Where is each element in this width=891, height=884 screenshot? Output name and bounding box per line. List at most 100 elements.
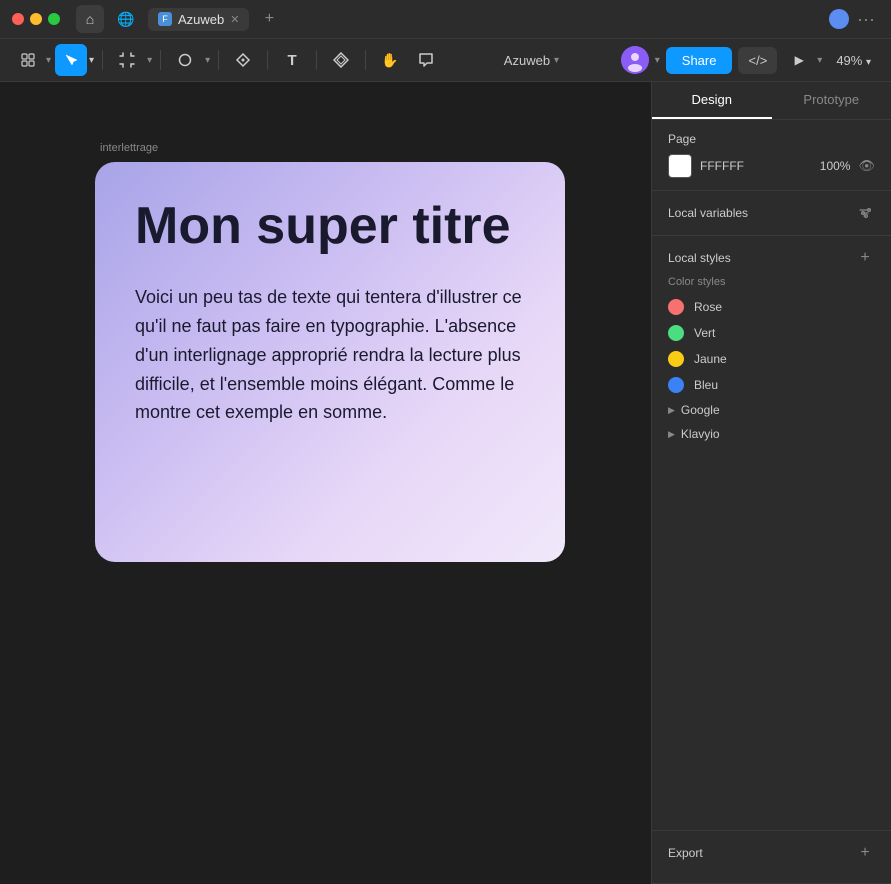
design-card: Mon super titre Voici un peu tas de text…: [95, 162, 565, 562]
color-dot-vert: [668, 325, 684, 341]
file-name[interactable]: Azuweb ▾: [496, 49, 567, 72]
color-dot-bleu: [668, 377, 684, 393]
page-section-header: Page: [668, 132, 875, 146]
color-dot-rose: [668, 299, 684, 315]
tool-text[interactable]: T: [276, 44, 308, 76]
traffic-lights: [12, 13, 60, 25]
card-title: Mon super titre: [135, 198, 525, 255]
color-label-rose: Rose: [694, 300, 722, 314]
avatar: [621, 46, 649, 74]
toolbar-center: Azuweb ▾: [446, 49, 617, 72]
page-color-value: FFFFFF: [700, 159, 812, 173]
tool-component[interactable]: [325, 44, 357, 76]
card-body: Voici un peu tas de texte qui tentera d'…: [135, 283, 525, 427]
export-add[interactable]: +: [855, 843, 875, 863]
page-section-title: Page: [668, 132, 696, 146]
local-styles-add[interactable]: +: [855, 248, 875, 268]
separator-2: [160, 50, 161, 70]
tool-cursor-dropdown: ▾: [89, 55, 94, 66]
separator-1: [102, 50, 103, 70]
play-dropdown: ▾: [817, 55, 822, 66]
title-bar: ⌂ 🌐 F Azuweb ✕ + ···: [0, 0, 891, 38]
separator-5: [316, 50, 317, 70]
zoom-dropdown: ▾: [866, 57, 871, 68]
zoom-label: 49%: [836, 53, 862, 68]
zoom-control[interactable]: 49% ▾: [828, 49, 879, 72]
title-bar-right: ···: [829, 5, 879, 34]
avatar-dropdown: ▾: [655, 55, 660, 66]
toolbar-right: ▾ Share </> ▶ ▾ 49% ▾: [621, 44, 879, 76]
close-button[interactable]: [12, 13, 24, 25]
panel-tabs: Design Prototype: [652, 82, 891, 120]
file-dropdown-icon: ▾: [554, 55, 559, 66]
color-style-vert[interactable]: Vert: [668, 320, 875, 346]
tool-comment[interactable]: [410, 44, 442, 76]
tool-group-cursor: ▾: [55, 44, 94, 76]
tab-label: Azuweb: [178, 12, 224, 27]
tool-frame[interactable]: [111, 44, 143, 76]
page-section: Page FFFFFF 100% 👁: [652, 120, 891, 191]
color-label-bleu: Bleu: [694, 378, 718, 392]
tool-group-main: ▾: [12, 44, 51, 76]
local-styles-header: Local styles +: [668, 248, 875, 268]
tab-close-button[interactable]: ✕: [230, 13, 239, 26]
separator-4: [267, 50, 268, 70]
tool-hand[interactable]: ✋: [374, 44, 406, 76]
local-styles-section: Local styles + Color styles Rose Vert Ja…: [652, 236, 891, 831]
group-klavyio[interactable]: ▶ Klavyio: [668, 422, 875, 446]
color-dot-jaune: [668, 351, 684, 367]
color-styles-subtitle: Color styles: [668, 276, 875, 288]
tab-design[interactable]: Design: [652, 82, 772, 119]
tab-icon: F: [158, 12, 172, 26]
minimize-button[interactable]: [30, 13, 42, 25]
separator-6: [365, 50, 366, 70]
group-arrow-google: ▶: [668, 405, 675, 416]
main-area: interlettrage Mon super titre Voici un p…: [0, 82, 891, 884]
home-button[interactable]: ⌂: [76, 5, 104, 33]
color-style-jaune[interactable]: Jaune: [668, 346, 875, 372]
color-style-rose[interactable]: Rose: [668, 294, 875, 320]
file-name-label: Azuweb: [504, 53, 550, 68]
maximize-button[interactable]: [48, 13, 60, 25]
page-opacity: 100%: [820, 159, 851, 173]
tool-dropdown-arrow: ▾: [46, 55, 51, 66]
visibility-toggle[interactable]: 👁: [858, 158, 875, 174]
play-group: ▶ ▾: [783, 44, 822, 76]
local-variables-action[interactable]: [855, 203, 875, 223]
play-button[interactable]: ▶: [783, 44, 815, 76]
group-google[interactable]: ▶ Google: [668, 398, 875, 422]
page-color-swatch[interactable]: [668, 154, 692, 178]
group-name-google: Google: [681, 403, 720, 417]
share-button[interactable]: Share: [666, 47, 733, 74]
local-variables-section: Local variables: [652, 191, 891, 236]
tab-azuweb[interactable]: F Azuweb ✕: [148, 8, 249, 31]
color-style-bleu[interactable]: Bleu: [668, 372, 875, 398]
canvas[interactable]: interlettrage Mon super titre Voici un p…: [0, 82, 651, 884]
local-variables-title: Local variables: [668, 206, 748, 220]
tool-frame-dropdown: ▾: [147, 55, 152, 66]
canvas-label: interlettrage: [100, 142, 158, 154]
tool-move[interactable]: [55, 44, 87, 76]
group-arrow-klavyio: ▶: [668, 429, 675, 440]
code-button[interactable]: </>: [738, 47, 777, 74]
more-button[interactable]: ···: [853, 5, 879, 34]
color-label-vert: Vert: [694, 326, 715, 340]
tab-prototype[interactable]: Prototype: [772, 82, 891, 119]
color-label-jaune: Jaune: [694, 352, 727, 366]
new-tab-button[interactable]: +: [257, 7, 281, 31]
user-dot: [829, 9, 849, 29]
tool-select-group[interactable]: [12, 44, 44, 76]
separator-3: [218, 50, 219, 70]
export-header: Export +: [668, 843, 875, 863]
tool-shape-dropdown: ▾: [205, 55, 210, 66]
tool-pen[interactable]: [227, 44, 259, 76]
tool-shape[interactable]: [169, 44, 201, 76]
local-variables-row: Local variables: [668, 203, 875, 223]
right-panel: Design Prototype Page FFFFFF 100% 👁 Loca…: [651, 82, 891, 884]
page-row: FFFFFF 100% 👁: [668, 154, 875, 178]
local-styles-title: Local styles: [668, 251, 731, 265]
toolbar: ▾ ▾ ▾ ▾ T ✋: [0, 38, 891, 82]
globe-button[interactable]: 🌐: [112, 5, 140, 33]
group-name-klavyio: Klavyio: [681, 427, 720, 441]
export-title: Export: [668, 846, 703, 860]
